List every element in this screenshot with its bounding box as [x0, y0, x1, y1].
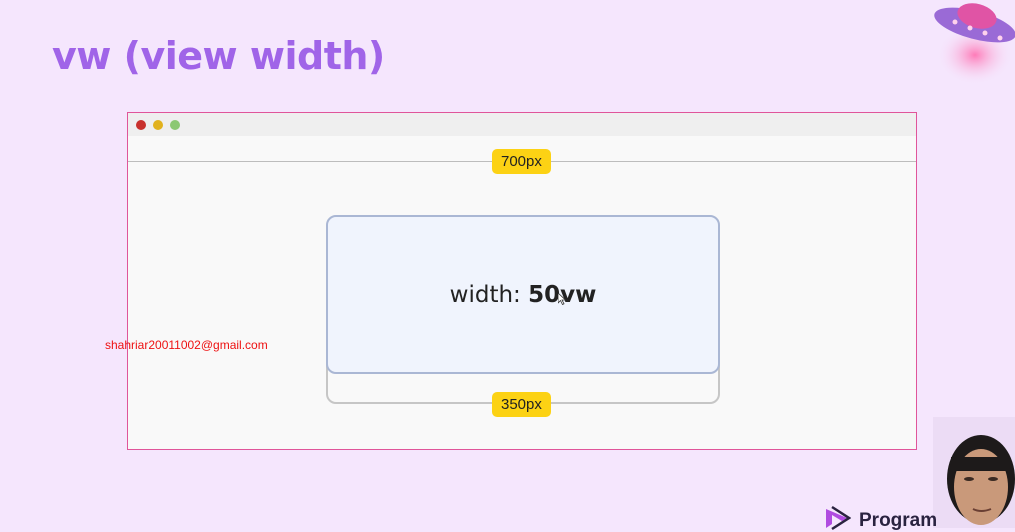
element-box: width: 50vw — [326, 215, 720, 374]
close-dot-icon — [136, 120, 146, 130]
maximize-dot-icon — [170, 120, 180, 130]
box-label-prefix: width: — [449, 281, 529, 308]
box-label: width: 50vw — [450, 282, 597, 308]
minimize-dot-icon — [153, 120, 163, 130]
mouse-cursor-icon — [558, 293, 566, 305]
presenter-avatar-icon — [933, 417, 1015, 528]
box-width-badge: 350px — [492, 392, 551, 417]
watermark-email: shahriar20011002@gmail.com — [105, 338, 268, 352]
viewport-width-badge: 700px — [492, 149, 551, 174]
presenter-webcam — [933, 417, 1015, 528]
ufo-icon — [934, 3, 1015, 85]
browser-window-illustration: 700px width: 50vw 350px — [127, 112, 917, 450]
slide-title: vw (view width) — [52, 34, 385, 78]
browser-titlebar — [128, 113, 916, 136]
brand-name: Program — [859, 510, 938, 531]
